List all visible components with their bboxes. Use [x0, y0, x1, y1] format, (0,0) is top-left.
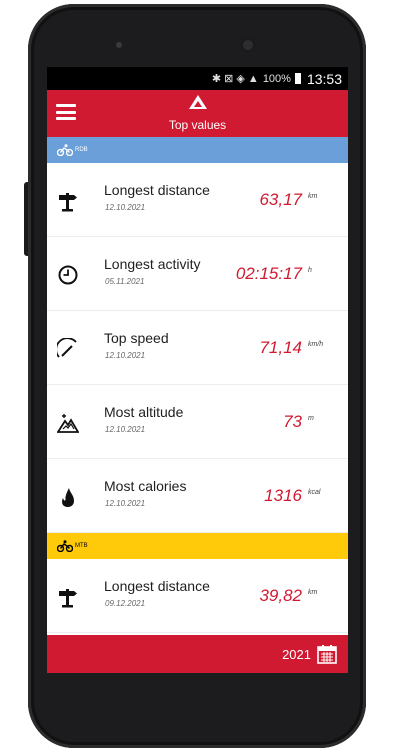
calendar-icon[interactable]: [317, 644, 337, 664]
item-unit: m: [308, 415, 314, 422]
item-value: 71,14: [259, 338, 302, 357]
item-unit: km/h: [308, 341, 324, 348]
speedometer-icon: [57, 338, 77, 358]
item-value: 02:15:17: [235, 264, 302, 283]
item-label: Top speed: [104, 330, 169, 346]
list-item[interactable]: Most altitude 12.10.2021 73 m: [47, 385, 348, 459]
mountain-icon: [57, 414, 79, 433]
signpost-icon: [59, 589, 77, 608]
app-header: Top values: [47, 90, 348, 137]
item-unit: h: [308, 267, 312, 274]
item-date: 12.10.2021: [105, 351, 146, 360]
item-label: Longest distance: [104, 578, 210, 594]
road-bike-icon: [57, 144, 73, 156]
year-label: 2021: [282, 646, 311, 662]
list-item[interactable]: Longest distance 09.12.2021 39,82 km: [47, 559, 348, 633]
item-label: Most calories: [104, 478, 187, 494]
item-unit: km: [308, 589, 318, 596]
item-value: 73: [283, 412, 302, 431]
year-bar[interactable]: 2021: [47, 635, 348, 673]
item-value: 63,17: [259, 190, 302, 209]
page-title: Top values: [168, 118, 227, 132]
item-unit: kcal: [308, 489, 321, 496]
section-label: RDB: [75, 147, 88, 153]
battery-icon: [294, 73, 301, 84]
list-item[interactable]: Most calories 12.10.2021 1316 kcal: [47, 459, 348, 533]
item-unit: km: [308, 193, 318, 200]
item-value: 39,82: [259, 586, 302, 605]
list-item[interactable]: Longest activity 05.11.2021 02:15:17 h: [47, 237, 348, 311]
phone-speaker: [116, 42, 122, 48]
item-date: 12.10.2021: [105, 425, 146, 434]
list-item[interactable]: Top speed 12.10.2021 71,14 km/h: [47, 311, 348, 385]
signpost-icon: [59, 193, 77, 212]
item-date: 12.10.2021: [105, 499, 146, 508]
item-date: 12.10.2021: [105, 203, 146, 212]
status-clock: 13:53: [306, 70, 342, 87]
section-label: MTB: [75, 543, 88, 549]
app-screen: ✱ ⊠ ◈ ▲ 100% 13:53 Top values RDB Longes…: [47, 67, 348, 673]
list-item[interactable]: Longest distance 12.10.2021 63,17 km: [47, 163, 348, 237]
item-label: Most altitude: [104, 404, 184, 420]
app-logo-icon: [188, 94, 208, 115]
status-icons: ✱ ⊠ ◈ ▲: [211, 73, 259, 85]
clock-icon: [58, 265, 78, 285]
item-label: Longest activity: [104, 256, 201, 272]
item-value: 1316: [264, 486, 302, 505]
item-label: Longest distance: [104, 182, 210, 198]
item-date: 05.11.2021: [105, 277, 145, 286]
battery-percent: 100%: [262, 72, 291, 85]
status-bar: ✱ ⊠ ◈ ▲ 100% 13:53: [47, 67, 348, 90]
flame-icon: [62, 488, 74, 507]
section-rdb: RDB: [47, 137, 348, 163]
mountain-bike-icon: [57, 540, 73, 552]
item-date: 09.12.2021: [105, 599, 146, 608]
section-mtb: MTB: [47, 533, 348, 559]
phone-camera: [240, 37, 256, 53]
